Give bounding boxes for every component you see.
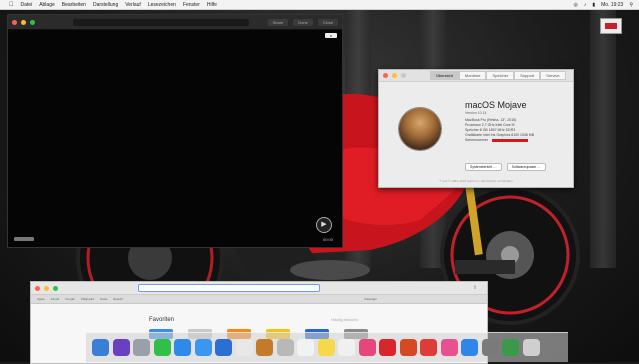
tab-service[interactable]: Service xyxy=(540,71,566,80)
safari-icon[interactable] xyxy=(174,339,191,356)
dock xyxy=(86,332,568,362)
bookmark-item[interactable]: Beliebt xyxy=(113,297,122,301)
menu-item[interactable]: Verlauf xyxy=(125,2,141,8)
red-app-icon[interactable] xyxy=(379,339,396,356)
bookmark-item[interactable]: News xyxy=(100,297,108,301)
spotlight-icon[interactable]: ⚲ xyxy=(629,2,633,8)
about-buttons: Systembericht … Softwareupdate … xyxy=(465,163,551,171)
widget-image xyxy=(600,18,622,34)
photo-booth-icon[interactable] xyxy=(420,339,437,356)
launchpad-icon[interactable] xyxy=(133,339,150,356)
itunes-icon[interactable] xyxy=(338,339,355,356)
redaction-bar xyxy=(491,138,528,142)
bookmark-item[interactable]: Wikipedia xyxy=(81,297,94,301)
play-label: 00:00 xyxy=(322,237,333,242)
about-this-mac-window: Übersicht Monitore Speicher Support Serv… xyxy=(378,69,574,188)
close-window-button[interactable] xyxy=(383,73,388,78)
volume-icon[interactable]: ♪ xyxy=(584,2,587,8)
safari-toolbar: ⇧ xyxy=(31,282,487,295)
share-button[interactable]: Share xyxy=(267,18,289,26)
play-circle-icon[interactable]: ▶ xyxy=(316,217,332,233)
bookmark-item[interactable]: iCloud xyxy=(51,297,60,301)
menu-item[interactable]: Datei xyxy=(21,2,33,8)
close-button[interactable]: Close xyxy=(317,18,338,26)
messages-icon[interactable] xyxy=(153,339,171,356)
software-update-button[interactable]: Softwareupdate … xyxy=(506,163,546,171)
preview-icon[interactable] xyxy=(256,339,273,356)
about-tabs: Übersicht Monitore Speicher Support Serv… xyxy=(430,71,566,80)
zoom-window-button[interactable] xyxy=(30,19,35,25)
menu-item[interactable]: Ablage xyxy=(39,2,55,8)
share-icon[interactable]: ⇧ xyxy=(473,285,477,291)
video-player-window: Share Done Close x ▶ 00:00 xyxy=(7,14,343,248)
progress-indicator xyxy=(14,237,34,241)
menu-item[interactable]: Fenster xyxy=(183,2,200,8)
minimize-window-button[interactable] xyxy=(392,73,397,78)
wifi-icon[interactable]: ◎ xyxy=(573,2,577,8)
close-window-button[interactable] xyxy=(35,285,40,291)
tab-support[interactable]: Support xyxy=(514,71,541,80)
about-titlebar: Übersicht Monitore Speicher Support Serv… xyxy=(379,70,573,82)
notes-icon[interactable] xyxy=(276,339,294,356)
close-window-button[interactable] xyxy=(12,19,17,25)
music-icon[interactable] xyxy=(440,339,458,356)
finder-icon[interactable] xyxy=(92,339,109,356)
trash-icon[interactable] xyxy=(522,339,540,356)
favorites-heading: Favoriten xyxy=(149,317,175,323)
app-store-icon[interactable] xyxy=(461,339,478,356)
mail-icon[interactable] xyxy=(194,339,212,356)
battery-icon[interactable]: ▮ xyxy=(592,2,595,8)
menu-item[interactable]: Hilfe xyxy=(207,2,217,8)
system-preferences-icon[interactable] xyxy=(481,339,499,356)
clock[interactable]: Mo. 19:23 xyxy=(601,2,623,8)
menu-extras: ◎ ♪ ▮ Mo. 19:23 ⚲ xyxy=(573,2,639,8)
bookmark-item[interactable]: Google xyxy=(65,297,75,301)
close-icon[interactable]: x xyxy=(325,33,337,38)
minimize-window-button[interactable] xyxy=(44,285,49,291)
address-bar[interactable] xyxy=(138,284,320,292)
os-name: macOS Mojave xyxy=(465,100,527,110)
photos-icon[interactable] xyxy=(235,339,253,356)
tab-overview[interactable]: Übersicht xyxy=(430,71,459,80)
security-icon[interactable] xyxy=(502,339,519,356)
done-button[interactable]: Done xyxy=(293,18,313,26)
tab-favorites[interactable]: Favoriten xyxy=(364,297,377,301)
pink-app-icon[interactable] xyxy=(358,339,376,356)
system-report-button[interactable]: Systembericht … xyxy=(465,163,502,171)
bookmark-item[interactable]: Apple xyxy=(37,297,45,301)
stickies-icon[interactable] xyxy=(317,339,335,356)
menu-item[interactable]: Darstellung xyxy=(93,2,118,8)
tab-storage[interactable]: Speicher xyxy=(486,71,515,80)
spec-line-serial: Seriennummer xyxy=(465,138,534,143)
menu-item[interactable]: Lesezeichen xyxy=(148,2,176,8)
player-toolbar: Share Done Close xyxy=(8,15,342,30)
tab-displays[interactable]: Monitore xyxy=(458,71,487,80)
zoom-window-button[interactable] xyxy=(53,285,58,291)
bookmarks-bar: Apple iCloud Google Wikipedia News Belie… xyxy=(31,295,487,304)
os-version: Version 10.14 xyxy=(465,111,487,115)
calendar-icon[interactable] xyxy=(297,339,314,356)
desktop-widget[interactable] xyxy=(594,18,626,46)
menu-item[interactable]: Bearbeiten xyxy=(62,2,86,8)
apple-menu-icon[interactable]:  xyxy=(9,2,14,8)
powerpoint-icon[interactable] xyxy=(399,339,417,356)
player-title-field[interactable] xyxy=(73,18,249,26)
frequently-visited-heading: Häufig besucht xyxy=(331,317,358,322)
spec-list: MacBook Pro (Retina, 13", 2015) Prozesso… xyxy=(465,118,534,143)
copyright-footer: ™ und © 1983–2018 Apple Inc. Alle Rechte… xyxy=(438,179,514,183)
siri-icon[interactable] xyxy=(112,339,130,356)
macos-mojave-logo-icon xyxy=(399,108,441,150)
menu-bar:  Datei Ablage Bearbeiten Darstellung Ve… xyxy=(0,0,639,10)
zoom-window-button[interactable] xyxy=(401,73,406,78)
xcode-icon[interactable] xyxy=(215,339,232,356)
minimize-window-button[interactable] xyxy=(21,19,26,25)
